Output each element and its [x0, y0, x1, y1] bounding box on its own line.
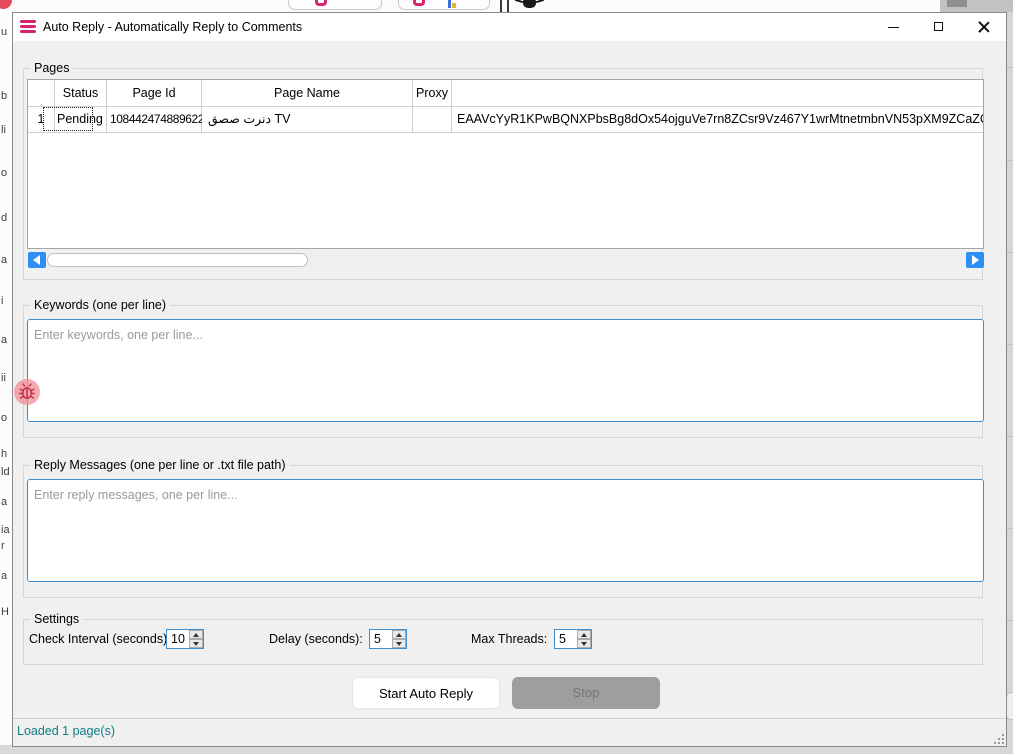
reply-messages-textarea[interactable]	[27, 479, 984, 582]
spin-down-button[interactable]	[392, 639, 406, 648]
check-interval-spinner[interactable]: 10	[166, 629, 204, 649]
max-threads-label: Max Threads:	[471, 629, 547, 649]
chevron-up-icon	[396, 633, 402, 637]
bg-bug-icon	[523, 0, 536, 8]
bg-text-fragment: a	[1, 254, 12, 266]
bg-text-fragment: r	[1, 540, 12, 552]
close-button[interactable]	[961, 13, 1006, 41]
column-header-page-name[interactable]: Page Name	[202, 80, 412, 106]
app-logo-stacked-bars-icon	[20, 20, 36, 34]
pages-group-label: Pages	[30, 61, 73, 75]
delay-value[interactable]: 5	[374, 630, 381, 648]
close-icon	[978, 21, 990, 33]
window-title: Auto Reply - Automatically Reply to Comm…	[43, 13, 302, 41]
spin-up-button[interactable]	[577, 630, 591, 639]
spin-up-button[interactable]	[392, 630, 406, 639]
delay-spinner[interactable]: 5	[369, 629, 407, 649]
pages-table[interactable]: Status Page Id Page Name Proxy 1 Pending…	[27, 79, 984, 249]
chevron-down-icon	[396, 642, 402, 646]
status-text: Loaded 1 page(s)	[17, 724, 115, 738]
column-header-status[interactable]: Status	[55, 80, 106, 106]
stop-button[interactable]: Stop	[512, 677, 660, 709]
auto-reply-dialog: Auto Reply - Automatically Reply to Comm…	[12, 12, 1007, 747]
maximize-button[interactable]	[916, 13, 961, 41]
bug-icon	[14, 379, 40, 405]
scroll-thumb[interactable]	[47, 253, 308, 267]
pages-hscrollbar[interactable]	[28, 252, 984, 268]
bg-text-fragment: li	[1, 124, 12, 136]
bg-toolbar-button-fragment[interactable]	[288, 0, 382, 10]
bg-text-fragment: b	[1, 90, 12, 102]
bg-text-fragment: ia	[1, 524, 12, 536]
spin-down-button[interactable]	[577, 639, 591, 648]
minimize-button[interactable]	[871, 13, 916, 41]
arrow-left-icon	[33, 255, 40, 265]
settings-group-label: Settings	[30, 612, 83, 626]
bg-text-fragment: i	[1, 295, 12, 307]
bg-text-fragment: H	[1, 606, 12, 618]
bg-text-fragment: a	[1, 496, 12, 508]
column-header-page-id[interactable]: Page Id	[107, 80, 201, 106]
cell-page-id[interactable]: 108442474889622	[110, 106, 202, 132]
bg-top-strip	[0, 0, 1013, 12]
bg-pink-app-icon	[315, 0, 327, 6]
keywords-group-label: Keywords (one per line)	[30, 298, 170, 312]
bg-text-fragment: ld	[1, 466, 12, 478]
bg-text-fragment: o	[1, 167, 12, 179]
cell-access-token[interactable]: EAAVcYyR1KPwBQNXPbsBg8dOx54ojguVe7rn8ZCs…	[457, 106, 983, 132]
chevron-up-icon	[581, 633, 587, 637]
bg-text-fragment: h	[1, 448, 12, 460]
bg-text-fragment: u	[1, 26, 12, 38]
status-bar: Loaded 1 page(s)	[13, 718, 1006, 747]
scroll-left-button[interactable]	[28, 252, 46, 268]
bg-red-circle-icon	[0, 0, 12, 9]
resize-grip[interactable]	[993, 734, 1004, 745]
scroll-right-button[interactable]	[966, 252, 984, 268]
start-auto-reply-button[interactable]: Start Auto Reply	[352, 677, 500, 709]
column-header-proxy[interactable]: Proxy	[413, 80, 451, 106]
delay-label: Delay (seconds):	[269, 629, 363, 649]
bg-text-fragment: ii	[1, 372, 12, 384]
spin-up-button[interactable]	[189, 630, 203, 639]
minimize-icon	[888, 27, 899, 28]
cell-proxy[interactable]	[413, 106, 451, 132]
bg-separator	[500, 0, 502, 12]
max-threads-value[interactable]: 5	[559, 630, 566, 648]
cell-status[interactable]: Pending	[57, 106, 105, 132]
check-interval-value[interactable]: 10	[171, 630, 185, 648]
arrow-right-icon	[972, 255, 979, 265]
bg-window-edge	[940, 0, 1013, 12]
bg-text-fragment: d	[1, 212, 12, 224]
reply-messages-group-label: Reply Messages (one per line or .txt fil…	[30, 458, 290, 472]
debug-bug-badge[interactable]	[14, 379, 40, 405]
bg-separator	[507, 0, 509, 12]
bg-text-fragment: a	[1, 334, 12, 346]
bg-text-fragment: o	[1, 412, 12, 424]
bg-small-glyph	[452, 3, 456, 8]
check-interval-label: Check Interval (seconds):	[29, 629, 171, 649]
title-bar[interactable]: Auto Reply - Automatically Reply to Comm…	[13, 13, 1006, 41]
chevron-up-icon	[193, 633, 199, 637]
page-name-text: قصص ترند TV	[208, 112, 291, 126]
max-threads-spinner[interactable]: 5	[554, 629, 592, 649]
bg-text-fragment: a	[1, 570, 12, 582]
keywords-textarea[interactable]	[27, 319, 984, 422]
bg-left-text-fragments: ubliodaiaiiohldaiaraH	[0, 12, 12, 745]
cell-page-name[interactable]: قصص ترند TV	[208, 106, 410, 132]
grid-line	[28, 132, 983, 133]
chevron-down-icon	[581, 642, 587, 646]
chevron-down-icon	[193, 642, 199, 646]
spin-down-button[interactable]	[189, 639, 203, 648]
bg-pink-app-icon	[413, 0, 425, 6]
maximize-icon	[934, 22, 943, 31]
bg-toolbar-button-fragment[interactable]	[398, 0, 490, 10]
bg-small-glyph	[448, 0, 451, 8]
